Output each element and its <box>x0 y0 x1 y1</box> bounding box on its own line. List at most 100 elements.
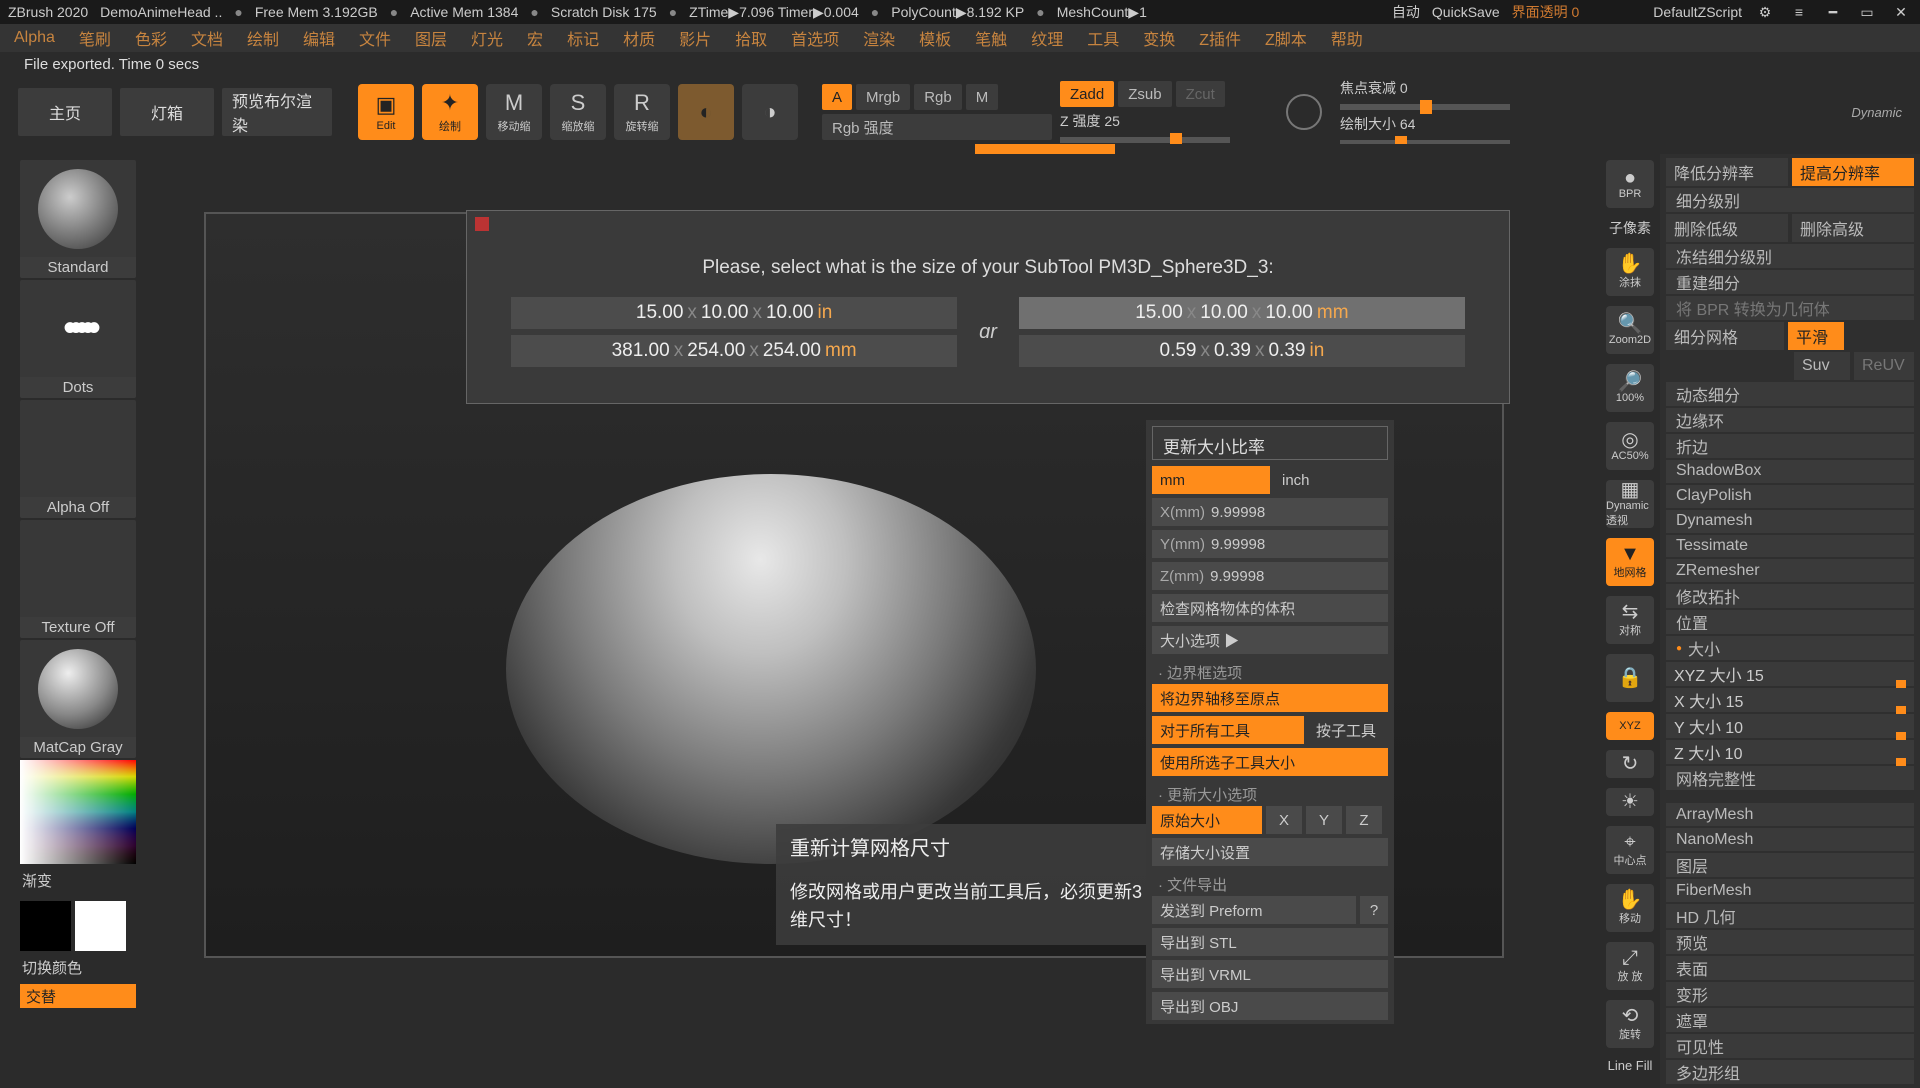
higher-res-button[interactable]: 提高分辨率 <box>1792 158 1914 186</box>
brush-slot[interactable]: Standard <box>20 160 136 278</box>
z-size-slider[interactable]: Z 大小 10 <box>1666 740 1914 764</box>
quicksave-button[interactable]: QuickSave <box>1432 4 1500 20</box>
swatch-black[interactable] <box>20 901 71 951</box>
p-dynamesh[interactable]: Dynamesh <box>1666 510 1914 533</box>
sculptris-button[interactable]: ◑ <box>742 84 798 140</box>
menu-help[interactable]: 帮助 <box>1331 26 1363 50</box>
p-deform[interactable]: 变形 <box>1666 982 1914 1006</box>
del-lower-button[interactable]: 删除低级 <box>1666 214 1788 242</box>
menu-stencil[interactable]: 模板 <box>919 26 951 50</box>
min-icon[interactable]: ━ <box>1822 3 1844 21</box>
smooth-toggle[interactable]: 平滑 <box>1788 322 1844 350</box>
alternate-button[interactable]: 交替 <box>20 984 136 1008</box>
move-pan-icon[interactable]: ✋移动 <box>1606 884 1654 932</box>
localsym-icon[interactable]: ⇆对称 <box>1606 596 1654 644</box>
unit-inch-button[interactable]: inch <box>1274 466 1388 494</box>
z-size-field[interactable]: Z(mm)9.99998 <box>1152 562 1388 590</box>
a-toggle[interactable]: A <box>822 84 852 110</box>
zoom2d-icon[interactable]: 🔍Zoom2D <box>1606 306 1654 354</box>
p-dynamic-subdiv[interactable]: 动态细分 <box>1666 382 1914 406</box>
menu-render[interactable]: 渲染 <box>863 26 895 50</box>
focal-slider[interactable] <box>1340 104 1510 110</box>
export-stl-button[interactable]: 导出到 STL <box>1152 928 1388 956</box>
p-mask[interactable]: 遮罩 <box>1666 1008 1914 1032</box>
lightbox-button[interactable]: 灯箱 <box>120 88 214 136</box>
zcut-toggle[interactable]: Zcut <box>1176 81 1225 107</box>
preform-help-button[interactable]: ? <box>1360 896 1388 924</box>
use-selected-size-button[interactable]: 使用所选子工具大小 <box>1152 748 1388 776</box>
ui-opacity[interactable]: 界面透明 0 <box>1512 2 1580 22</box>
menu-alpha[interactable]: Alpha <box>14 29 55 47</box>
texture-slot[interactable]: Texture Off <box>20 520 136 638</box>
menu-file[interactable]: 文件 <box>359 26 391 50</box>
draw-button[interactable]: ✦绘制 <box>422 84 478 140</box>
config-icon[interactable]: ⚙ <box>1754 3 1776 21</box>
p-preview[interactable]: 预览 <box>1666 930 1914 954</box>
p-mod-topo[interactable]: 修改拓扑 <box>1666 584 1914 608</box>
xyz-icon[interactable]: XYZ <box>1606 712 1654 740</box>
edit-button[interactable]: ▣Edit <box>358 84 414 140</box>
center-icon[interactable]: ⌖中心点 <box>1606 826 1654 874</box>
actual-icon[interactable]: 🔎100% <box>1606 364 1654 412</box>
p-fibermesh[interactable]: FiberMesh <box>1666 879 1914 902</box>
menu-document[interactable]: 文档 <box>191 26 223 50</box>
persp-icon[interactable]: ▦Dynamic 透视 <box>1606 480 1654 528</box>
size-option-mm381[interactable]: 381.00x254.00x254.00mm <box>511 335 957 367</box>
stroke-slot[interactable]: ••••• Dots <box>20 280 136 398</box>
bbox-to-origin-button[interactable]: 将边界轴移至原点 <box>1152 684 1388 712</box>
rgb-intensity[interactable]: Rgb 强度 <box>822 114 1052 140</box>
suv-toggle[interactable]: Suv <box>1794 352 1850 380</box>
menu-macro[interactable]: 宏 <box>527 26 543 50</box>
bpr-icon[interactable]: ●BPR <box>1606 160 1654 208</box>
menu-tool[interactable]: 工具 <box>1087 26 1119 50</box>
p-tessimate[interactable]: Tessimate <box>1666 535 1914 558</box>
unit-mm-button[interactable]: mm <box>1152 466 1270 494</box>
store-size-button[interactable]: 存储大小设置 <box>1152 838 1388 866</box>
axis-y-button[interactable]: Y <box>1306 806 1342 834</box>
move-button[interactable]: M移动缩 <box>486 84 542 140</box>
y-size-slider[interactable]: Y 大小 10 <box>1666 714 1914 738</box>
bpr-to-geo[interactable]: 将 BPR 转换为几何体 <box>1666 296 1914 320</box>
divide-button[interactable]: 细分网格 <box>1666 322 1784 350</box>
frame-icon[interactable]: ↻ <box>1606 750 1654 778</box>
menu-material[interactable]: 材质 <box>623 26 655 50</box>
p-hdgeo[interactable]: HD 几何 <box>1666 904 1914 928</box>
menu-zplugin[interactable]: Z插件 <box>1199 26 1241 50</box>
switch-color-label[interactable]: 切换颜色 <box>20 953 126 982</box>
menu-stroke[interactable]: 笔触 <box>975 26 1007 50</box>
home-button[interactable]: 主页 <box>18 88 112 136</box>
floor-icon[interactable]: ▼地网格 <box>1606 538 1654 586</box>
p-claypolish[interactable]: ClayPolish <box>1666 485 1914 508</box>
size-option-in059[interactable]: 0.59x0.39x0.39in <box>1019 335 1465 367</box>
mrgb-toggle[interactable]: Mrgb <box>856 84 910 110</box>
gizmo-button[interactable]: ◐ <box>678 84 734 140</box>
subtool-label[interactable]: 子像素 <box>1609 218 1651 238</box>
gradient-label[interactable]: 渐变 <box>20 866 126 895</box>
export-vrml-button[interactable]: 导出到 VRML <box>1152 960 1388 988</box>
zsub-toggle[interactable]: Zsub <box>1118 81 1171 107</box>
size-option-in[interactable]: 15.00x10.00x10.00in <box>511 297 957 329</box>
p-surface[interactable]: 表面 <box>1666 956 1914 980</box>
dynamic-label[interactable]: Dynamic <box>1851 105 1902 120</box>
m-toggle[interactable]: M <box>966 84 999 110</box>
swatch-white[interactable] <box>75 901 126 951</box>
axis-z-button[interactable]: Z <box>1346 806 1382 834</box>
menu-light[interactable]: 灯光 <box>471 26 503 50</box>
send-preform-button[interactable]: 发送到 Preform <box>1152 896 1356 924</box>
x-size-slider[interactable]: X 大小 15 <box>1666 688 1914 712</box>
menu-texture[interactable]: 纹理 <box>1031 26 1063 50</box>
scale-pan-icon[interactable]: ⤢放 放 <box>1606 942 1654 990</box>
all-tools-button[interactable]: 对于所有工具 <box>1152 716 1304 744</box>
dialog-close-icon[interactable] <box>475 217 489 231</box>
menu-picker[interactable]: 拾取 <box>735 26 767 50</box>
menu-layer[interactable]: 图层 <box>415 26 447 50</box>
menu-icon[interactable]: ≡ <box>1788 3 1810 21</box>
by-subtool-button[interactable]: 按子工具 <box>1308 716 1388 744</box>
p-polygroups[interactable]: 多边形组 <box>1666 1060 1914 1084</box>
xyz-size-slider[interactable]: XYZ 大小 15 <box>1666 662 1914 686</box>
menu-brush[interactable]: 笔刷 <box>79 26 111 50</box>
p-visibility[interactable]: 可见性 <box>1666 1034 1914 1058</box>
p-arraymesh[interactable]: ArrayMesh <box>1666 803 1914 826</box>
menu-zscript[interactable]: Z脚本 <box>1265 26 1307 50</box>
p-zremesher[interactable]: ZRemesher <box>1666 559 1914 582</box>
